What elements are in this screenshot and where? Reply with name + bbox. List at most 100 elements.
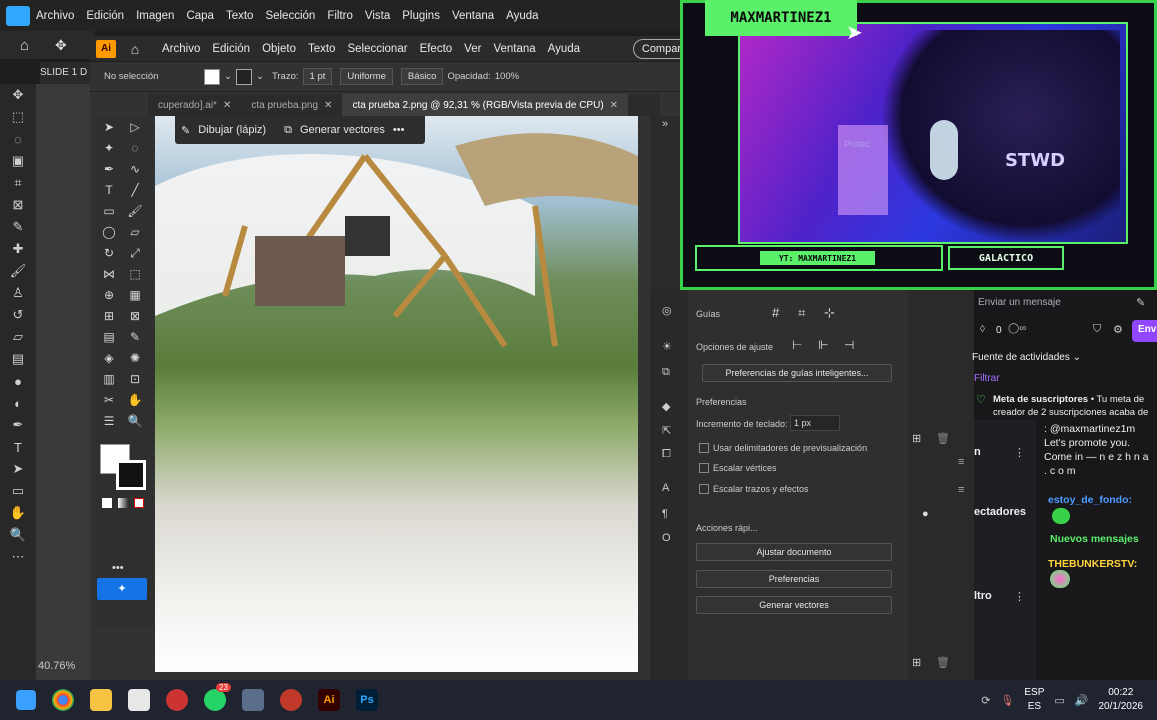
history-brush-icon[interactable]: ↺ [0,304,36,326]
ps-menu-edicion[interactable]: Edición [80,10,130,22]
gear-icon[interactable]: ⚙ [1113,323,1123,336]
app-icon[interactable] [166,689,188,711]
lasso-icon[interactable]: ◌ [0,128,36,150]
preferences-button[interactable]: Preferencias [696,570,892,588]
ps-menu-texto[interactable]: Texto [220,10,260,22]
brush-icon[interactable]: 🖌 [0,260,36,282]
kebab-icon[interactable]: ⋮ [1014,446,1025,459]
slice-icon[interactable]: ✂ [96,390,122,411]
ai-menu-texto[interactable]: Texto [302,43,342,55]
live-paint-icon[interactable]: ▦ [122,285,148,306]
kebab-icon[interactable]: ⋮ [1014,590,1025,603]
panel-menu-icon[interactable]: ≡ [958,456,964,468]
rotate-icon[interactable]: ↻ [96,242,122,263]
generative-icon[interactable]: ✦ [97,578,147,600]
monitor-icon[interactable]: ▭ [1054,694,1064,707]
stroke-profile-select[interactable]: Uniforme [340,68,393,85]
calculator-icon[interactable] [242,689,264,711]
stack-icon[interactable]: ◆ [662,400,670,413]
symbol-sprayer-icon[interactable]: ✺ [122,348,148,369]
layers-icon[interactable]: ◎ [662,304,672,317]
shaper-icon[interactable]: ◯ [96,221,122,242]
width-icon[interactable]: ⋈ [96,264,122,285]
export-icon[interactable]: ⇱ [662,424,671,437]
appearance-icon[interactable]: ⧉ [662,366,670,379]
ps-menu-vista[interactable]: Vista [359,10,396,22]
send-button[interactable]: Envi [1132,320,1157,342]
perspective-icon[interactable]: ⊞ [96,306,122,327]
ps-document-tab[interactable]: SLIDE 1 D [40,62,95,84]
print-tiling-icon[interactable]: ☰ [96,411,122,432]
collapse-chevron-icon[interactable]: » [650,116,680,130]
smart-guides-icon[interactable]: ⊹ [824,305,835,321]
direct-selection-icon[interactable]: ▷ [122,116,148,137]
scale-corners-checkbox[interactable]: Escalar vértices [699,463,777,473]
opacity-field[interactable]: 100% [495,71,519,82]
ai-menu-archivo[interactable]: Archivo [156,43,206,55]
ps-menu-seleccion[interactable]: Selección [259,10,321,22]
microphone-icon[interactable]: 🎙 [1000,694,1014,707]
brush-select[interactable]: Básico [400,68,444,85]
activity-feed-header[interactable]: Fuente de actividades ⌄ [972,352,1081,363]
paintbrush-icon[interactable]: 🖌 [122,200,148,221]
pen-icon[interactable]: ✒ [96,158,122,179]
stamp-icon[interactable]: ♙ [0,282,36,304]
sync-icon[interactable]: ⟳ [981,694,990,707]
pen-icon[interactable]: ✒ [0,414,36,436]
shape-builder-icon[interactable]: ⊕ [96,285,122,306]
lasso-icon[interactable]: ◌ [122,137,148,158]
eyedropper-icon[interactable]: ✎ [0,216,36,238]
rectangle-icon[interactable]: ▭ [96,200,122,221]
blur-icon[interactable]: ● [0,370,36,392]
stroke-color-icon[interactable] [116,460,146,490]
artboard-icon[interactable]: ⊡ [122,369,148,390]
ai-menu-efecto[interactable]: Efecto [414,43,459,55]
hand-icon[interactable]: ✋ [122,390,148,411]
eyedropper-icon[interactable]: ✎ [122,327,148,348]
line-icon[interactable]: ╱ [122,179,148,200]
scale-strokes-checkbox[interactable]: Escalar trazos y efectos [699,484,809,494]
preview-bounds-checkbox[interactable]: Usar delimitadores de previsualización [699,443,867,453]
zoom-icon[interactable]: 🔍 [0,524,36,546]
gradient-icon[interactable]: ▤ [96,327,122,348]
character-icon[interactable]: A [662,482,669,494]
opentype-icon[interactable]: O [662,532,671,544]
delete-icon[interactable]: 🗑 [936,656,950,669]
more-tools-icon[interactable]: ••• [112,562,124,574]
chrome-icon[interactable] [52,689,74,711]
pixel-grid-icon[interactable]: ⌗ [798,305,805,321]
new-messages-banner[interactable]: Nuevos mensajes [1050,533,1139,545]
stroke-swatch[interactable] [235,68,252,85]
generate-vectors-button[interactable]: Generar vectores [300,124,385,136]
snap-center-icon[interactable]: ⊩ [818,338,828,352]
chevron-down-icon[interactable]: ⌄ [224,71,232,82]
ps-menu-archivo[interactable]: Archivo [30,10,80,22]
grid-icon[interactable]: # [772,305,779,320]
snap-left-icon[interactable]: ⊢ [792,338,802,352]
ps-menu-ventana[interactable]: Ventana [446,10,500,22]
photoshop-taskbar-icon[interactable]: Ps [356,689,378,711]
snap-right-icon[interactable]: ⊣ [844,338,854,352]
windows-start-icon[interactable] [16,690,36,710]
marquee-icon[interactable]: ⬚ [0,106,36,128]
paragraph-icon[interactable]: ¶ [662,508,668,520]
more-options-icon[interactable]: ••• [393,124,405,136]
whatsapp-icon[interactable]: 23 [204,683,231,711]
stroke-weight-field[interactable]: 1 pt [302,68,333,85]
generate-vectors-panel-button[interactable]: Generar vectores [696,596,892,614]
chat-input[interactable]: Enviar un mensaje [978,297,1061,308]
dodge-icon[interactable]: ◐ [0,392,36,414]
crop-icon[interactable]: ⌗ [0,172,36,194]
scale-icon[interactable]: ⤢ [122,243,148,264]
draw-pencil-button[interactable]: Dibujar (lápiz) [198,124,266,136]
close-icon[interactable]: ✕ [610,100,618,111]
fill-swatch[interactable] [204,68,220,85]
notepad-icon[interactable] [128,689,150,711]
emote-icon[interactable]: ✎ [1136,296,1145,309]
ps-menu-capa[interactable]: Capa [180,10,220,22]
ai-menu-ayuda[interactable]: Ayuda [542,43,586,55]
close-icon[interactable]: ✕ [223,100,231,111]
ai-menu-edicion[interactable]: Edición [206,43,256,55]
ps-menu-plugins[interactable]: Plugins [396,10,446,22]
graph-icon[interactable]: ▥ [96,369,122,390]
